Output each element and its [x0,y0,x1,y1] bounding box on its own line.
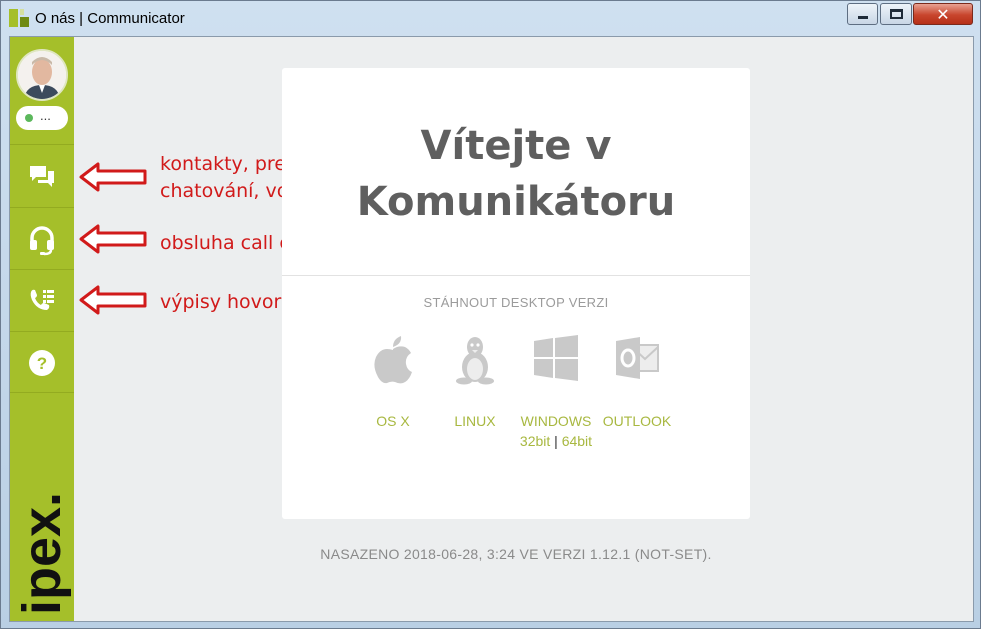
avatar[interactable] [16,49,68,101]
call-log-icon [30,289,54,310]
svg-text:?: ? [37,354,47,373]
app-content: ... ? ipex. kontakty, chatování, obsluha… [9,36,974,622]
page-title: Vítejte v Komunikátoru [282,118,750,230]
windows-64bit-link[interactable]: 64bit [562,433,592,449]
close-button[interactable]: ✕ [913,3,973,25]
presence-status[interactable]: ... [16,106,68,130]
red-arrow-icon [79,285,147,315]
window-title: O nás | Communicator [35,10,185,27]
nav-call-center[interactable] [10,207,74,269]
close-icon: ✕ [936,5,950,24]
separator: | [554,433,558,449]
nav-chat[interactable] [10,144,74,206]
nav-call-log[interactable] [10,269,74,331]
windows-icon [534,335,578,381]
minimize-button[interactable] [847,3,878,25]
annotation-call-log: výpisy hovorů [160,291,294,313]
app-window: O nás | Communicator ✕ ... ? ipex. konta… [0,0,981,629]
headset-icon [30,226,54,256]
windows-label[interactable]: WINDOWS [511,413,601,429]
title-line-2: Komunikátoru [356,179,676,225]
title-line-1: Vítejte v [420,123,612,169]
deploy-info: NASAZENO 2018-06-28, 3:24 VE VERZI 1.12.… [320,546,712,562]
status-text: ... [40,108,51,123]
user-photo [18,51,66,99]
download-windows[interactable]: WINDOWS 32bit | 64bit [511,333,601,449]
download-heading: STÁHNOUT DESKTOP VERZI [423,295,609,310]
outlook-icon [616,337,659,379]
maximize-icon [890,9,903,19]
red-arrow-icon [79,162,147,192]
minimize-icon [858,16,868,19]
chat-icon [30,166,54,187]
title-bar[interactable]: O nás | Communicator ✕ [1,1,980,36]
app-icon [9,9,29,27]
linux-label[interactable]: LINUX [430,413,520,429]
divider [282,275,750,276]
welcome-card: Vítejte v Komunikátoru STÁHNOUT DESKTOP … [282,68,750,519]
osx-label[interactable]: OS X [348,413,438,429]
download-osx[interactable]: OS X [348,333,438,429]
svg-text:ipex.: ipex. [12,492,72,615]
ipex-logo: ipex. [12,492,72,615]
download-linux[interactable]: LINUX [430,333,520,429]
help-icon: ? [29,350,55,376]
apple-icon [374,336,412,384]
windows-32bit-link[interactable]: 32bit [520,433,550,449]
linux-icon [456,337,494,385]
online-status-icon [25,114,33,122]
maximize-button[interactable] [880,3,912,25]
nav-help[interactable]: ? [10,331,74,393]
outlook-label[interactable]: OUTLOOK [592,413,682,429]
windows-versions: 32bit | 64bit [511,433,601,449]
download-outlook[interactable]: OUTLOOK [592,333,682,429]
red-arrow-icon [79,224,147,254]
sidebar: ... ? ipex. [10,37,74,621]
